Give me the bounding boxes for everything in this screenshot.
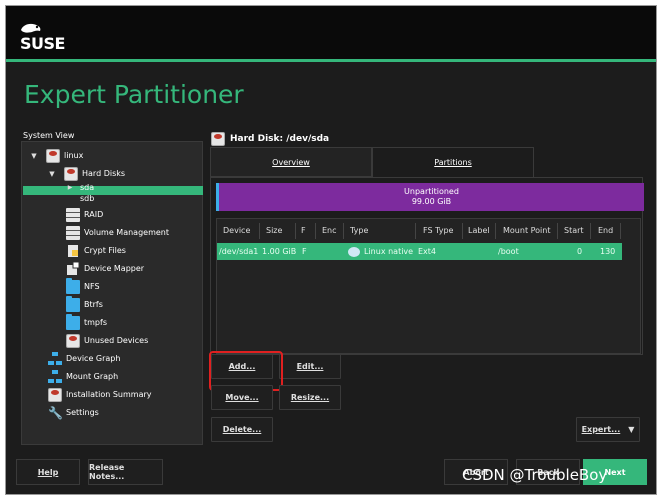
unpartitioned-size: 99.00 GiB [411, 197, 452, 206]
chameleon-icon [21, 23, 41, 33]
delete-button[interactable]: Delete... [211, 417, 273, 442]
suse-logo: SUSE [18, 22, 66, 53]
column-divider [415, 223, 416, 239]
column-header[interactable]: Size [266, 219, 282, 243]
disk-icon [46, 148, 60, 163]
tree-item-btrfs[interactable]: Btrfs [66, 295, 103, 313]
tree-item-nfs[interactable]: NFS [66, 277, 100, 295]
logo-text: SUSE [20, 34, 65, 53]
cell-end: 130 [600, 247, 616, 256]
move-button[interactable]: Move... [211, 385, 273, 410]
expand-arrow-icon[interactable]: ▼ [30, 152, 38, 160]
column-divider [495, 223, 496, 239]
tree-item-crypt-files[interactable]: Crypt Files [66, 242, 126, 259]
collapsed-arrow-icon[interactable]: ▶ [66, 184, 74, 191]
folder-icon [66, 277, 80, 294]
column-divider [620, 223, 621, 239]
column-header[interactable]: Label [468, 219, 490, 243]
column-header[interactable]: Start [564, 219, 584, 243]
device-title: Hard Disk: /dev/sda [230, 134, 330, 144]
table-row[interactable]: /dev/sda1 1.00 GiB F Linux native Ext4 /… [217, 243, 622, 260]
column-divider [590, 223, 591, 239]
disk-icon [66, 333, 80, 348]
cell-fs-type: Ext4 [418, 247, 437, 256]
folder-icon [66, 295, 80, 312]
tree-item-device-graph[interactable]: Device Graph [48, 350, 120, 367]
cell-start: 0 [577, 247, 583, 256]
device-header: Hard Disk: /dev/sda [211, 132, 329, 146]
tree-item-hard-disks[interactable]: ▼ Hard Disks [48, 165, 125, 182]
column-divider [462, 223, 463, 239]
disk-icon [64, 166, 78, 181]
cell-size: 1.00 GiB [262, 247, 297, 256]
cell-type: Linux native [348, 243, 413, 260]
column-header[interactable]: End [598, 219, 613, 243]
partition-table[interactable]: Device Size F Enc Type FS Type Label Mou… [216, 218, 641, 354]
column-header[interactable]: Enc [322, 219, 337, 243]
installer-window: SUSE Expert Partitioner System View ▼ li… [5, 5, 657, 495]
tree-item-raid[interactable]: RAID [66, 206, 103, 223]
stack-icon [66, 207, 80, 222]
column-header[interactable]: Type [350, 219, 368, 243]
tab-bar: Overview Partitions [210, 147, 534, 177]
tree-item-linux[interactable]: ▼ linux [30, 147, 83, 164]
resize-button[interactable]: Resize... [279, 385, 341, 410]
cell-device: /dev/sda1 [219, 247, 259, 256]
edit-button[interactable]: Edit... [279, 354, 341, 379]
stack-icon [66, 225, 80, 240]
tree-item-mount-graph[interactable]: Mount Graph [48, 368, 118, 385]
partition-pie-icon [348, 246, 360, 257]
column-header[interactable]: Device [223, 219, 250, 243]
system-view-label: System View [23, 131, 75, 140]
unpartitioned-bar[interactable]: Unpartitioned 99.00 GiB [216, 183, 644, 211]
folder-icon [66, 313, 80, 330]
top-bar: SUSE [6, 6, 656, 62]
selected-row-highlight [23, 186, 203, 195]
cell-flag: F [302, 247, 307, 256]
column-divider [259, 223, 260, 239]
partitions-panel: Unpartitioned 99.00 GiB Device Size F En… [210, 177, 644, 355]
column-divider [343, 223, 344, 239]
tree-item-settings[interactable]: 🔧 Settings [48, 404, 99, 421]
watermark: CSDN @TroubleBoy [462, 466, 608, 484]
tree-item-unused-devices[interactable]: Unused Devices [66, 332, 148, 349]
lock-icon [66, 244, 80, 258]
column-header[interactable]: Mount Point [503, 219, 550, 243]
column-header[interactable]: F [301, 219, 306, 243]
graph-icon [48, 351, 62, 366]
tree-item-installation-summary[interactable]: Installation Summary [48, 386, 152, 403]
wrench-icon: 🔧 [48, 405, 63, 420]
tree-item-tmpfs[interactable]: tmpfs [66, 313, 107, 331]
tree-item-sdb[interactable]: sdb [66, 193, 94, 203]
page-title: Expert Partitioner [24, 80, 244, 109]
column-divider [557, 223, 558, 239]
release-notes-button[interactable]: Release Notes... [88, 459, 163, 485]
device-mapper-icon [66, 261, 80, 276]
unpartitioned-label: Unpartitioned [404, 187, 459, 196]
expand-arrow-icon[interactable]: ▼ [48, 170, 56, 178]
tree-item-device-mapper[interactable]: Device Mapper [66, 260, 144, 277]
expert-menu-button[interactable]: Expert... ▼ [576, 417, 640, 442]
column-divider [315, 223, 316, 239]
column-divider [295, 223, 296, 239]
disk-icon [211, 132, 225, 146]
graph-icon [48, 369, 62, 384]
disk-icon [48, 387, 62, 402]
tree-item-sda[interactable]: ▶ sda [66, 182, 94, 193]
system-view-tree[interactable]: ▼ linux ▼ Hard Disks ▶ sda sdb RAID Volu… [21, 141, 203, 445]
tree-item-volume-management[interactable]: Volume Management [66, 224, 169, 241]
help-button[interactable]: Help [16, 459, 80, 485]
tab-partitions[interactable]: Partitions [372, 147, 534, 177]
column-header[interactable]: FS Type [423, 219, 453, 243]
tab-overview[interactable]: Overview [210, 147, 372, 177]
cell-mount-point: /boot [498, 247, 519, 256]
dropdown-arrow-icon: ▼ [628, 425, 635, 434]
